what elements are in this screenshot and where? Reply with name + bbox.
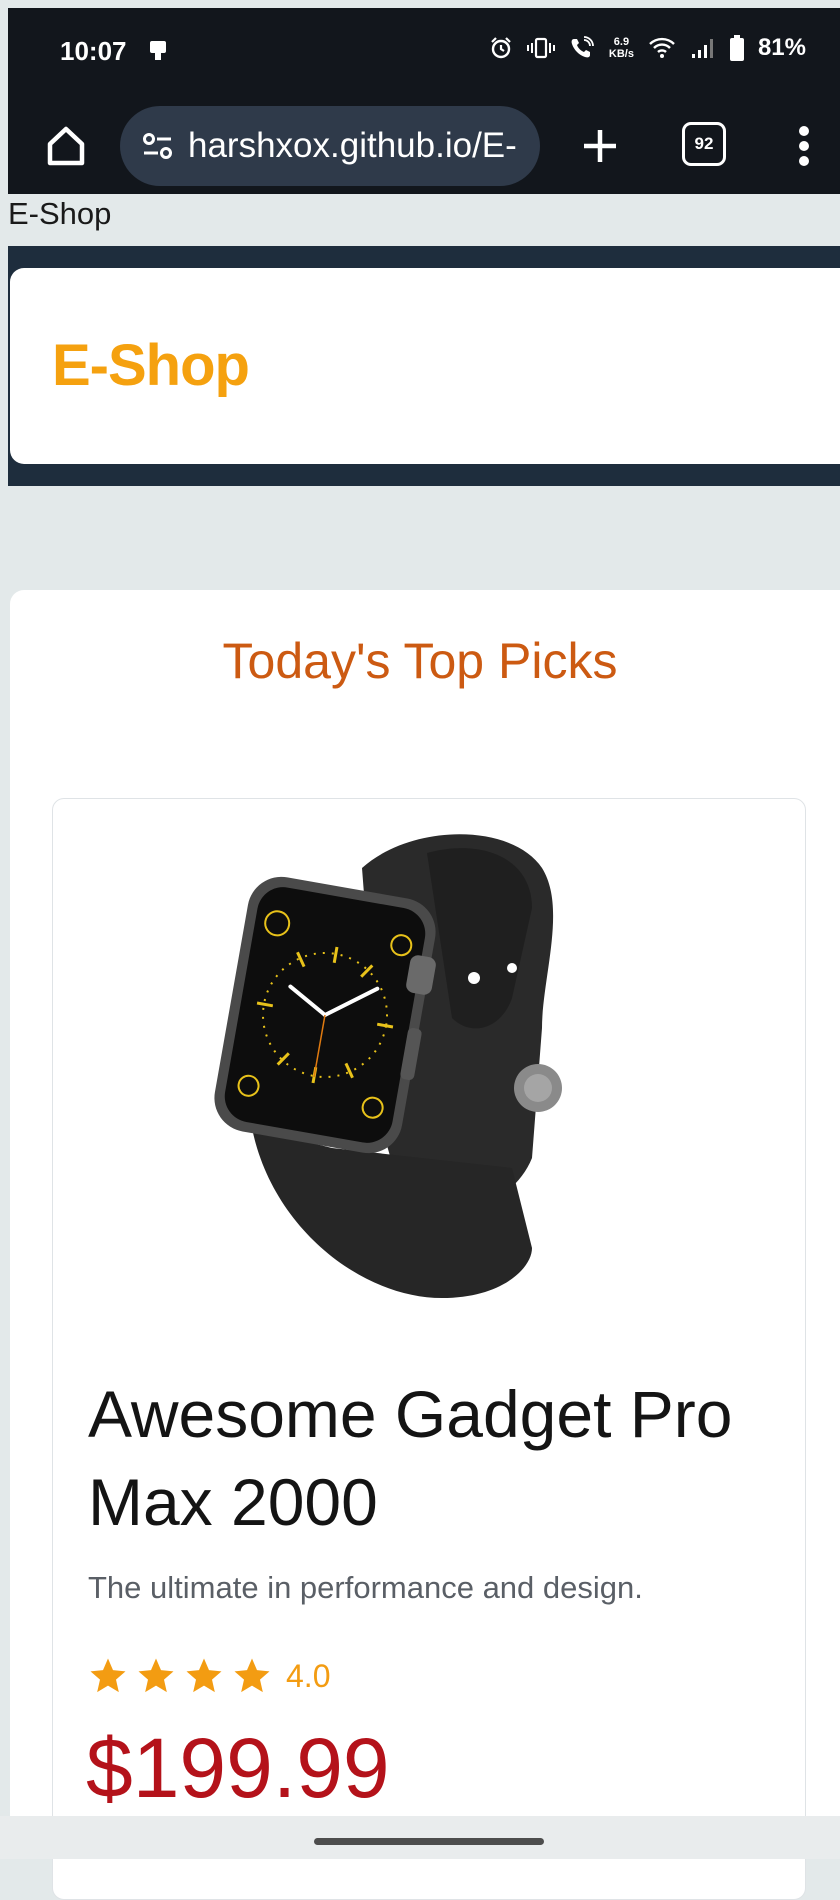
product-description: The ultimate in performance and design. (88, 1570, 643, 1605)
star-icon (186, 1658, 222, 1693)
product-rating: 4.0 (88, 1656, 330, 1696)
tab-switcher-button[interactable]: 92 (682, 122, 726, 166)
star-icon (138, 1658, 174, 1693)
network-speed-value: 6.9 (613, 36, 630, 48)
brand-logo[interactable]: E-Shop (52, 332, 250, 399)
address-bar[interactable]: harshxox.github.io/E- (120, 106, 540, 186)
network-speed-unit: KB/s (608, 48, 634, 60)
url-text[interactable]: harshxox.github.io/E- (188, 126, 517, 166)
gesture-handle[interactable] (314, 1838, 544, 1845)
wifi-call-icon (571, 36, 594, 58)
star-icon (234, 1658, 270, 1693)
notification-icon (150, 41, 166, 60)
star-icon (90, 1658, 126, 1693)
vibrate-icon (526, 37, 555, 59)
signal-icon (691, 39, 713, 58)
more-menu-icon[interactable] (794, 116, 814, 176)
tab-count: 92 (694, 134, 714, 153)
product-image-smartwatch[interactable] (212, 828, 642, 1304)
network-speed: 6.9 KB/s (609, 36, 634, 60)
wifi-icon (649, 37, 675, 58)
home-icon[interactable] (36, 116, 96, 176)
page-title-text: E-Shop (8, 196, 112, 231)
new-tab-icon[interactable] (572, 118, 628, 174)
status-bar: 10:07 6.9 KB/s 81% (8, 8, 840, 98)
site-settings-icon[interactable] (140, 128, 176, 164)
product-price: $199.99 (86, 1721, 390, 1815)
product-name[interactable]: Awesome Gadget Pro Max 2000 (88, 1370, 788, 1546)
section-title: Today's Top Picks (222, 633, 618, 689)
browser-toolbar: harshxox.github.io/E- 92 (8, 98, 840, 194)
status-time: 10:07 (60, 36, 127, 66)
battery-percent: 81% (757, 34, 806, 61)
alarm-icon (491, 37, 511, 59)
battery-icon (729, 35, 744, 61)
rating-value: 4.0 (286, 1657, 331, 1694)
